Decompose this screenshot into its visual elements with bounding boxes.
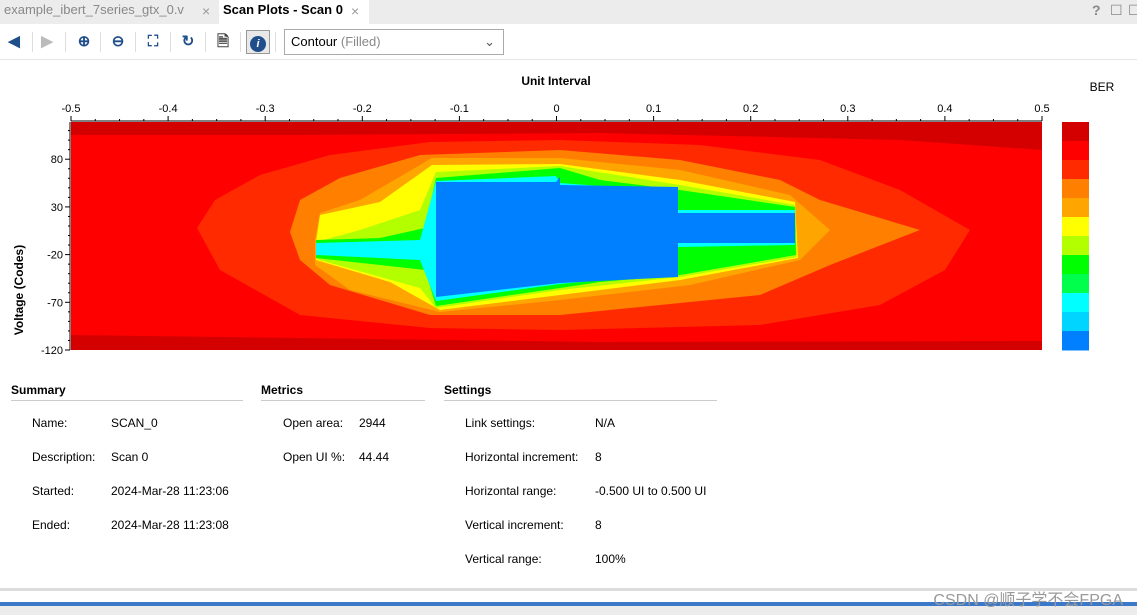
- tab-bar: example_ibert_7series_gtx_0.v × Scan Plot…: [0, 0, 1137, 24]
- settings-title: Settings: [444, 383, 492, 397]
- metrics-label: Open UI %:: [283, 450, 346, 464]
- divider: [240, 32, 241, 52]
- divider: [205, 32, 206, 52]
- x-tick-label: -0.5: [62, 103, 81, 115]
- colorbar-swatch: [1062, 141, 1089, 161]
- settings-value: 8: [595, 518, 602, 532]
- plot-type-value: Contour: [291, 34, 338, 49]
- settings-value: N/A: [595, 416, 616, 430]
- maximize-icon[interactable]: ☐: [1128, 2, 1137, 19]
- tab-scan-plots[interactable]: Scan Plots - Scan 0 ×: [219, 0, 369, 24]
- x-tick-label: 0.5: [1034, 103, 1049, 115]
- colorbar-swatch: [1062, 236, 1089, 256]
- divider: [275, 32, 276, 52]
- watermark: CSDN @顺子学不会FPGA: [933, 592, 1123, 609]
- settings-label: Vertical range:: [465, 552, 542, 566]
- summary-value: Scan 0: [111, 450, 149, 464]
- divider: [100, 32, 101, 52]
- chevron-down-icon: ⌄: [484, 34, 495, 49]
- y-tick-label: -70: [47, 297, 63, 309]
- summary-label: Name:: [32, 416, 68, 430]
- x-tick-label: 0.3: [840, 103, 855, 115]
- colorbar-swatch: [1062, 331, 1089, 351]
- settings-value: 100%: [595, 552, 626, 566]
- close-icon[interactable]: ×: [351, 1, 359, 21]
- x-axis-title: Unit Interval: [521, 74, 590, 88]
- y-tick-label: 30: [51, 202, 63, 214]
- zoom-out-icon[interactable]: ⊖: [106, 30, 130, 54]
- tab-label: Scan Plots - Scan 0: [223, 2, 343, 17]
- settings-label: Link settings:: [465, 416, 536, 430]
- info-icon[interactable]: i: [246, 30, 270, 54]
- plot-type-variant: (Filled): [340, 34, 381, 49]
- colorbar-swatch: [1062, 198, 1089, 218]
- divider: [135, 32, 136, 52]
- summary-value: 2024-Mar-28 11:23:06: [111, 484, 229, 498]
- x-tick-label: -0.2: [353, 103, 372, 115]
- colorbar-swatch: [1062, 217, 1089, 237]
- divider: [261, 400, 425, 401]
- divider: [170, 32, 171, 52]
- colorbar-swatch: [1062, 274, 1089, 294]
- x-tick-label: 0.4: [937, 103, 952, 115]
- colorbar-swatch: [1062, 293, 1089, 313]
- colorbar-swatch: [1062, 160, 1089, 180]
- restore-icon[interactable]: ☐: [1110, 2, 1123, 19]
- x-tick-label: -0.4: [159, 103, 178, 115]
- y-axis-title: Voltage (Codes): [12, 245, 26, 335]
- divider: [444, 400, 717, 401]
- metrics-title: Metrics: [261, 383, 304, 397]
- forward-arrow-icon[interactable]: ▶: [35, 30, 59, 54]
- summary-value: 2024-Mar-28 11:23:08: [111, 518, 229, 532]
- summary-title: Summary: [11, 383, 66, 397]
- tab-source-file[interactable]: example_ibert_7series_gtx_0.v ×: [0, 0, 215, 24]
- settings-label: Horizontal increment:: [465, 450, 579, 464]
- summary-label: Description:: [32, 450, 96, 464]
- settings-value: -0.500 UI to 0.500 UI: [595, 484, 707, 498]
- divider: [65, 32, 66, 52]
- plot-type-select[interactable]: Contour (Filled) ⌄: [284, 29, 504, 55]
- export-icon[interactable]: 🗎: [211, 30, 235, 54]
- refresh-icon[interactable]: ↻: [176, 30, 200, 54]
- colorbar-swatch: [1062, 312, 1089, 332]
- help-icon[interactable]: ?: [1092, 2, 1101, 18]
- zoom-in-icon[interactable]: ⊕: [72, 30, 96, 54]
- colorbar-swatch: [1062, 179, 1089, 199]
- divider: [32, 32, 33, 52]
- colorbar-swatch: [1062, 122, 1089, 142]
- settings-label: Vertical increment:: [465, 518, 564, 532]
- summary-label: Started:: [32, 484, 75, 498]
- y-tick-label: -120: [41, 345, 63, 357]
- metrics-value: 2944: [359, 416, 386, 430]
- settings-value: 8: [595, 450, 602, 464]
- fit-icon[interactable]: ⛶: [141, 30, 165, 54]
- metrics-label: Open area:: [283, 416, 344, 430]
- x-tick-label: -0.3: [256, 103, 275, 115]
- colorbar-swatch: [1062, 255, 1089, 275]
- metrics-value: 44.44: [359, 450, 390, 464]
- x-tick-label: 0: [553, 103, 559, 115]
- settings-label: Horizontal range:: [465, 484, 557, 498]
- summary-value: SCAN_0: [111, 416, 158, 430]
- y-tick-label: -20: [47, 250, 63, 262]
- colorbar-title: BER: [1090, 80, 1115, 94]
- summary-label: Ended:: [32, 518, 71, 532]
- eye-scan-contour-plot[interactable]: Unit Interval BER Voltage (Codes) -0.5 -0…: [0, 60, 1137, 370]
- x-tick-label: 0.2: [743, 103, 758, 115]
- x-tick-label: 0.1: [646, 103, 661, 115]
- toolbar: ◀ ▶ ⊕ ⊖ ⛶ ↻ 🗎 i Contour (Filled) ⌄: [0, 24, 1137, 60]
- x-tick-label: -0.1: [450, 103, 469, 115]
- back-arrow-icon[interactable]: ◀: [2, 30, 26, 54]
- y-tick-label: 80: [51, 154, 63, 166]
- divider: [11, 400, 243, 401]
- tab-label: example_ibert_7series_gtx_0.v: [4, 2, 184, 17]
- close-icon[interactable]: ×: [202, 1, 210, 21]
